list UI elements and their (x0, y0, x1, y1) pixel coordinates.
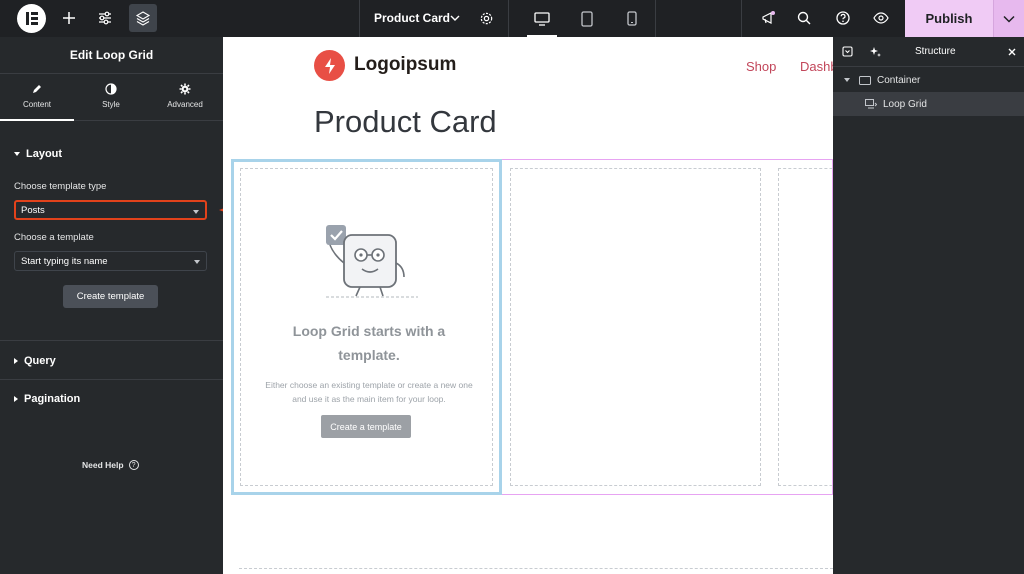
close-icon[interactable] (1008, 48, 1016, 56)
search-icon[interactable] (790, 4, 818, 32)
empty-state-desc-line2: and use it as the main item for your loo… (292, 394, 446, 404)
ai-sparkle-icon[interactable] (869, 46, 881, 58)
layers-icon[interactable] (129, 4, 157, 32)
structure-header: Structure (833, 37, 1024, 67)
desktop-icon[interactable] (519, 0, 565, 37)
loop-grid-icon (865, 98, 877, 108)
caret-right-icon (14, 358, 18, 364)
page-heading: Product Card (314, 104, 497, 139)
announcement-icon[interactable] (754, 4, 782, 32)
nav-link-shop[interactable]: Shop (746, 59, 776, 74)
structure-item-loop-grid[interactable]: Loop Grid (833, 92, 1024, 116)
divider (0, 340, 223, 341)
template-type-label: Choose template type (14, 181, 107, 192)
tab-label: Advanced (167, 100, 203, 109)
logoipsum-logo-icon (314, 50, 345, 81)
pagination-section-label: Pagination (24, 393, 81, 405)
elementor-logo-icon[interactable] (17, 4, 46, 33)
publish-button[interactable]: Publish (905, 0, 993, 37)
tab-style[interactable]: Style (74, 74, 148, 120)
contrast-icon (105, 83, 117, 95)
empty-state-title-line2: template. (338, 347, 400, 363)
empty-state-title-line1: Loop Grid starts with a (292, 323, 446, 339)
tab-label: Style (102, 100, 120, 109)
loop-item-placeholder (778, 168, 833, 486)
chevron-down-icon (1003, 15, 1015, 23)
caret-down-icon (844, 78, 850, 82)
mobile-icon[interactable] (609, 0, 655, 37)
panel-tabs: Content Style Advanced (0, 74, 223, 121)
create-template-button[interactable]: Create template (63, 285, 158, 308)
template-placeholder: Start typing its name (21, 256, 108, 267)
loop-grid-illustration-icon (326, 225, 418, 298)
layout-section-label: Layout (26, 148, 63, 160)
question-circle-icon: ? (128, 460, 139, 470)
query-section-toggle[interactable]: Query (14, 355, 56, 367)
loop-item-placeholder (510, 168, 761, 486)
nav-link-dashboard[interactable]: Dashb (800, 59, 833, 74)
page-title-area[interactable]: Product Card (359, 0, 509, 37)
page-title-label[interactable]: Product Card (374, 11, 450, 25)
preview-eye-icon[interactable] (867, 4, 895, 32)
device-switcher (509, 0, 656, 37)
tab-content[interactable]: Content (0, 74, 74, 121)
help-label: Need Help (82, 460, 124, 470)
template-type-select[interactable]: Posts (14, 200, 207, 220)
widget-settings-panel: Edit Loop Grid Content Style Advanced La… (0, 37, 223, 574)
caret-right-icon (14, 396, 18, 402)
pencil-icon (33, 85, 41, 93)
structure-item-container[interactable]: Container (833, 68, 1024, 92)
next-section-placeholder (239, 568, 833, 574)
loop-grid-selected-item[interactable]: Loop Grid starts with a template. Either… (231, 159, 502, 495)
caret-down-icon (14, 152, 20, 156)
query-section-label: Query (24, 355, 56, 367)
gear-icon (179, 83, 191, 95)
caret-down-icon (193, 210, 199, 214)
need-help-link[interactable]: Need Help ? (82, 460, 139, 470)
structure-item-label: Loop Grid (883, 98, 927, 110)
caret-down-icon (194, 260, 200, 264)
publish-options-button[interactable] (993, 0, 1024, 37)
container-icon (859, 75, 871, 85)
template-type-value: Posts (21, 205, 45, 216)
collapse-all-icon[interactable] (842, 46, 853, 57)
layout-section-toggle[interactable]: Layout (14, 148, 62, 160)
tab-label: Content (22, 100, 52, 109)
chevron-down-icon[interactable] (450, 14, 460, 22)
site-logo-text: Logoipsum (354, 54, 457, 75)
help-icon[interactable] (829, 4, 857, 32)
topbar-right-tools (741, 0, 905, 37)
structure-item-label: Container (877, 74, 921, 86)
template-search-select[interactable]: Start typing its name (14, 251, 207, 271)
editor-canvas: Logoipsum Shop Dashb Product Card Loop G… (223, 37, 833, 574)
pagination-section-toggle[interactable]: Pagination (14, 393, 80, 405)
empty-state-desc-line1: Either choose an existing template or cr… (265, 380, 473, 390)
divider (0, 379, 223, 380)
gear-icon[interactable] (479, 11, 494, 26)
template-label: Choose a template (14, 232, 94, 243)
structure-panel: Structure Container Loop Grid (833, 37, 1024, 574)
top-bar: Product Card Publish (0, 0, 1024, 37)
tablet-icon[interactable] (564, 0, 610, 37)
plus-icon[interactable] (55, 4, 83, 32)
panel-title: Edit Loop Grid (0, 37, 223, 74)
sliders-icon[interactable] (91, 4, 119, 32)
create-a-template-button[interactable]: Create a template (321, 415, 411, 438)
structure-title: Structure (915, 46, 956, 57)
tab-advanced[interactable]: Advanced (148, 74, 222, 120)
